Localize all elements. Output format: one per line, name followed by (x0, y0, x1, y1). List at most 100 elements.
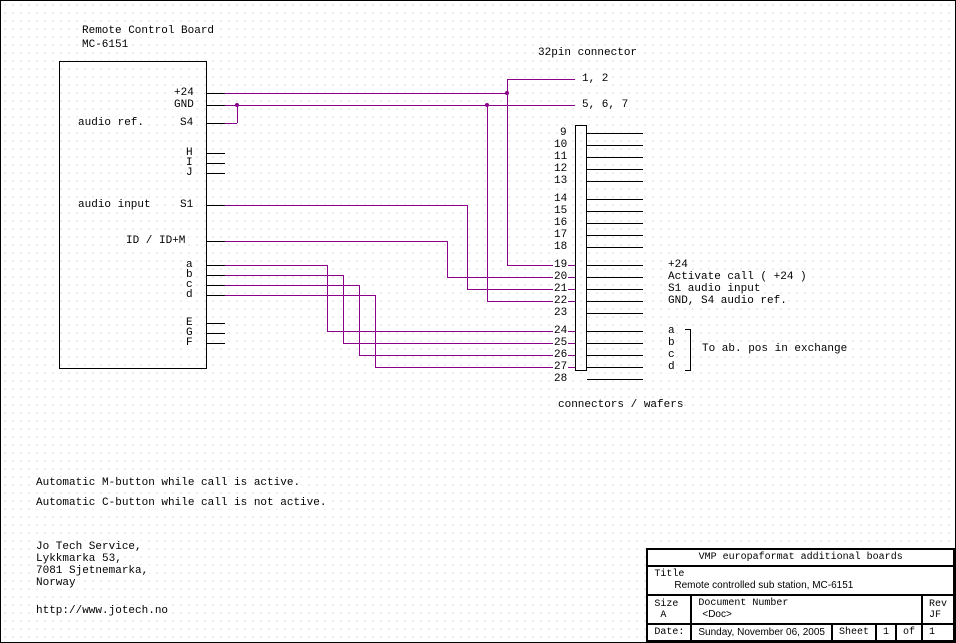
titleblock-date: Sunday, November 06, 2005 (691, 624, 832, 641)
connector-pin-9: 9 (559, 127, 568, 139)
titleblock-project: VMP europaformat additional boards (647, 549, 954, 566)
bracket-icon (685, 329, 691, 371)
titleblock-title-label: Title (654, 569, 684, 580)
connector-pin-23: 23 (553, 307, 568, 319)
pin-stub (207, 323, 225, 324)
wire (343, 343, 575, 344)
connector-pin-25: 25 (553, 337, 568, 349)
pin-stub (207, 205, 225, 206)
contact-url: http://www.jotech.no (35, 605, 169, 617)
connector-pin-28: 28 (553, 373, 568, 385)
wire (507, 79, 575, 80)
connector-pin-line (587, 169, 643, 170)
titleblock-rev-label: Rev (929, 599, 947, 610)
pin-label-p24: +24 (173, 87, 195, 99)
connector-pin-line (587, 133, 643, 134)
connector-pin-10: 10 (553, 139, 568, 151)
connector-pin-line (587, 367, 643, 368)
pin-stub (207, 173, 225, 174)
pin-label-s1-desc: audio input (77, 199, 152, 211)
connector-pin-26: 26 (553, 349, 568, 361)
wire (375, 367, 575, 368)
connector-pin-13: 13 (553, 175, 568, 187)
titleblock-size: A (654, 610, 666, 621)
note-c-button: Automatic C-button while call is not act… (35, 497, 327, 509)
connector-pin-line (587, 289, 643, 290)
annot-a: a (667, 325, 676, 337)
connector-pin-line (587, 343, 643, 344)
connector-pin-14: 14 (553, 193, 568, 205)
wire (225, 295, 375, 296)
wire (225, 93, 507, 94)
connector-pin-20: 20 (553, 271, 568, 283)
pin-stub (207, 343, 225, 344)
annot-bracket-text: To ab. pos in exchange (701, 343, 848, 355)
titleblock-sheet-of: of (896, 624, 922, 641)
pin-stub (207, 123, 225, 124)
connector-pin-18: 18 (553, 241, 568, 253)
pin-stub (207, 333, 225, 334)
wire (487, 105, 488, 301)
connector-pin-line (587, 331, 643, 332)
connector-pin-24: 24 (553, 325, 568, 337)
pin-stub (207, 163, 225, 164)
connector-pin-line (587, 223, 643, 224)
connector-p12: 1, 2 (581, 73, 609, 85)
pin-stub (207, 241, 225, 242)
board-title: Remote Control Board (81, 25, 215, 37)
connector-title: 32pin connector (537, 47, 638, 59)
pin-label-s4-desc: audio ref. (77, 117, 145, 129)
wire (225, 205, 467, 206)
wire (327, 331, 575, 332)
pin-stub (207, 285, 225, 286)
connector-pin-21: 21 (553, 283, 568, 295)
connector-pin-15: 15 (553, 205, 568, 217)
connector-pin-22: 22 (553, 295, 568, 307)
titleblock-rev: JF (929, 610, 941, 621)
pin-stub (207, 93, 225, 94)
board-part-number: MC-6151 (81, 39, 129, 51)
connector-pin-12: 12 (553, 163, 568, 175)
pin-label-s1: S1 (179, 199, 194, 211)
titleblock-docnum: <Doc> (698, 609, 731, 620)
wire (225, 275, 343, 276)
connector-pin-line (587, 199, 643, 200)
connector-pin-line (587, 355, 643, 356)
connector-pin-line (587, 235, 643, 236)
title-block: VMP europaformat additional boards Title… (646, 548, 955, 642)
annot-activate-call: Activate call ( +24 ) (667, 271, 808, 283)
connector-footer: connectors / wafers (557, 399, 684, 411)
connector-pin-line (587, 145, 643, 146)
annot-gnd-s4: GND, S4 audio ref. (667, 295, 788, 307)
connector-pin-line (587, 265, 643, 266)
contact-l3: 7081 Sjetnemarka, (35, 565, 149, 577)
wire (447, 241, 448, 277)
pin-label-s4: S4 (179, 117, 194, 129)
note-m-button: Automatic M-button while call is active. (35, 477, 301, 489)
connector-pin-11: 11 (553, 151, 568, 163)
pin-stub (207, 153, 225, 154)
connector-pin-17: 17 (553, 229, 568, 241)
pin-stub (207, 275, 225, 276)
connector-pin-line (587, 157, 643, 158)
connector-pin-line (587, 247, 643, 248)
pin-stub (207, 105, 225, 106)
connector-pin-16: 16 (553, 217, 568, 229)
connector-pin-line (587, 301, 643, 302)
schematic-sheet: Remote Control Board MC-6151 +24 GND aud… (0, 0, 956, 643)
wire (375, 295, 376, 367)
titleblock-docnum-label: Document Number (698, 598, 788, 609)
pin-label-f-cap: F (185, 337, 194, 349)
pin-stub (207, 265, 225, 266)
titleblock-sheet-label: Sheet (832, 624, 876, 641)
titleblock-sheet-t: 1 (922, 624, 954, 641)
wire (225, 265, 327, 266)
pin-stub (207, 295, 225, 296)
connector-block (575, 125, 587, 371)
connector-pin-27: 27 (553, 361, 568, 373)
wire (225, 123, 237, 124)
connector-pin-19: 19 (553, 259, 568, 271)
annot-b: b (667, 337, 676, 349)
connector-pin-line (587, 313, 643, 314)
titleblock-sheet-n: 1 (876, 624, 896, 641)
